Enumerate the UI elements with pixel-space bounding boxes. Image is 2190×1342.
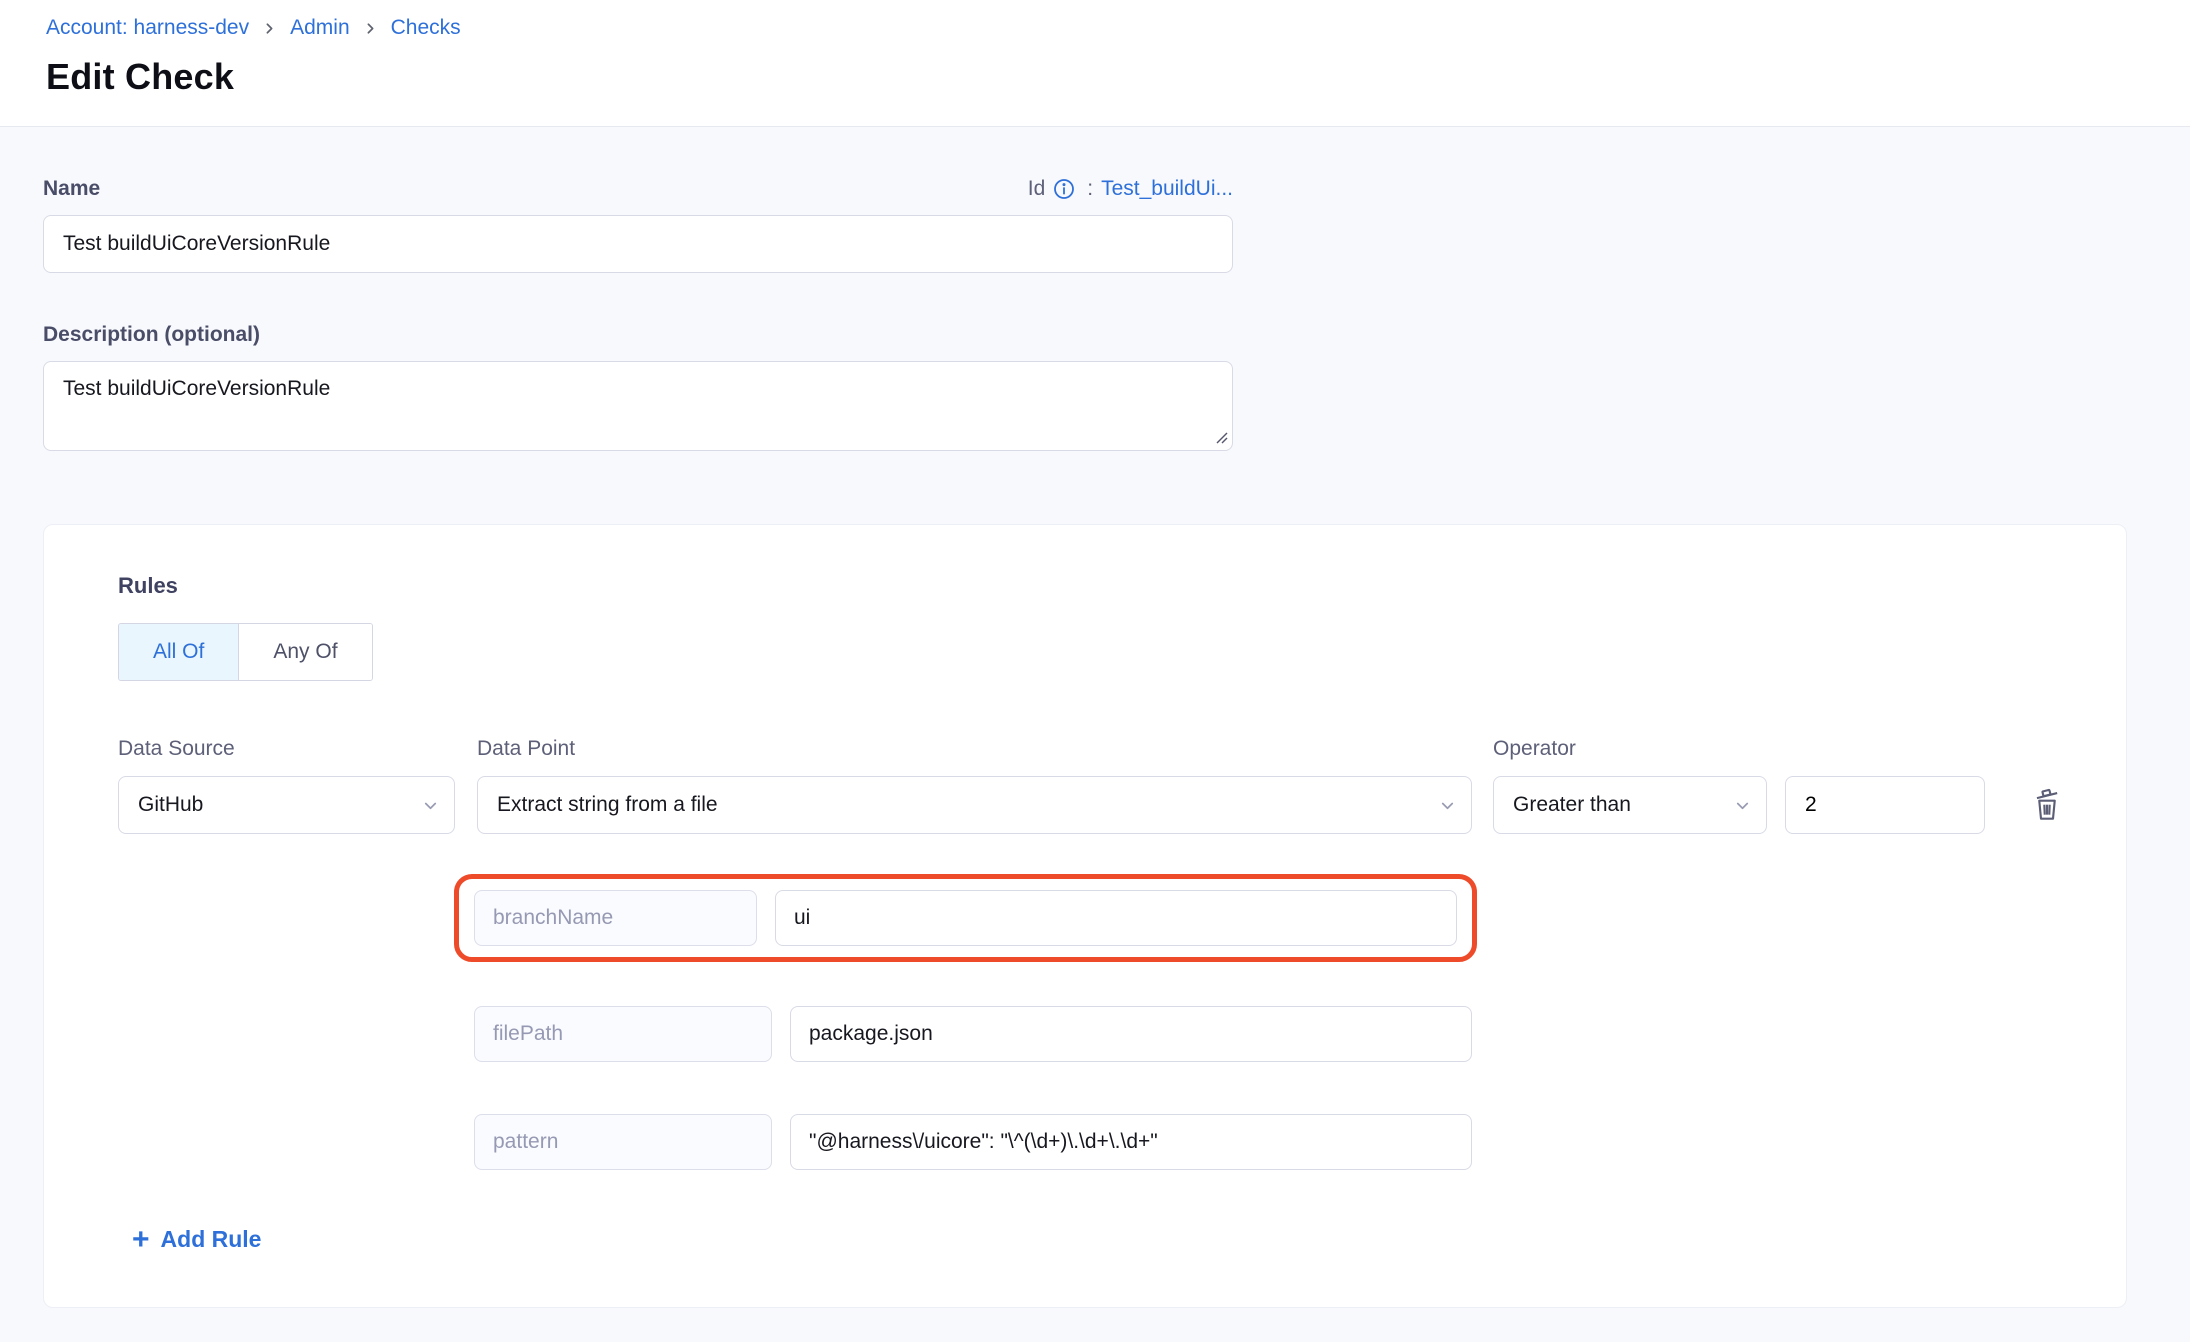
param-row-pattern: [474, 1114, 2052, 1170]
data-point-select[interactable]: Extract string from a file: [477, 776, 1472, 834]
data-point-label: Data Point: [477, 737, 1472, 761]
param-value-filepath-input[interactable]: [790, 1006, 1472, 1062]
data-point-value: Extract string from a file: [497, 793, 718, 817]
chevron-down-icon: [1733, 796, 1752, 815]
id-value-link[interactable]: Test_buildUi...: [1101, 177, 1233, 201]
operator-threshold-input[interactable]: [1785, 776, 1985, 834]
data-source-label: Data Source: [118, 737, 455, 761]
param-row-filepath: [474, 1006, 2052, 1062]
description-field-block: Description (optional) Test buildUiCoreV…: [43, 323, 2147, 456]
toggle-any-of-button[interactable]: Any Of: [238, 624, 371, 680]
rules-condition-toggle: All Of Any Of: [118, 623, 373, 681]
plus-icon: +: [132, 1229, 150, 1251]
rule-config-row: Data Source GitHub Data Point Extract st…: [118, 737, 2052, 834]
operator-value: Greater than: [1513, 793, 1631, 817]
page-header: Account: harness-dev Admin Checks Edit C…: [0, 0, 2190, 127]
trash-icon: [2031, 786, 2063, 822]
rules-card: Rules All Of Any Of Data Source GitHub D…: [43, 524, 2127, 1308]
name-input[interactable]: [43, 215, 1233, 273]
operator-select[interactable]: Greater than: [1493, 776, 1767, 834]
param-key-branchname: [474, 890, 757, 946]
data-source-select[interactable]: GitHub: [118, 776, 455, 834]
page-title: Edit Check: [46, 56, 2144, 98]
param-key-pattern: [474, 1114, 772, 1170]
description-label: Description (optional): [43, 323, 2147, 347]
breadcrumb: Account: harness-dev Admin Checks: [46, 16, 2144, 40]
rules-label: Rules: [118, 573, 2052, 599]
param-value-branchname-input[interactable]: [775, 890, 1457, 946]
description-textarea[interactable]: Test buildUiCoreVersionRule: [43, 361, 1233, 451]
page-body: Name Id : Test_buildUi... Description (o…: [0, 127, 2190, 1308]
chevron-down-icon: [1438, 796, 1457, 815]
id-label: Id: [1028, 177, 1046, 201]
delete-rule-button[interactable]: [2029, 784, 2065, 824]
add-rule-button[interactable]: + Add Rule: [132, 1226, 261, 1253]
rule-params: [474, 874, 2052, 1170]
name-label: Name: [43, 177, 100, 201]
param-key-filepath: [474, 1006, 772, 1062]
param-row-branchname: [454, 874, 1477, 962]
operator-label: Operator: [1493, 737, 1767, 761]
chevron-right-icon: [362, 20, 379, 37]
toggle-all-of-button[interactable]: All Of: [119, 624, 238, 680]
id-separator: :: [1087, 177, 1093, 201]
param-value-pattern-input[interactable]: [790, 1114, 1472, 1170]
data-source-value: GitHub: [138, 793, 203, 817]
chevron-down-icon: [421, 796, 440, 815]
breadcrumb-admin-link[interactable]: Admin: [290, 16, 350, 40]
info-icon[interactable]: [1053, 178, 1075, 200]
breadcrumb-account-link[interactable]: Account: harness-dev: [46, 16, 249, 40]
name-field-block: Name Id : Test_buildUi...: [43, 177, 1233, 273]
chevron-right-icon: [261, 20, 278, 37]
add-rule-label: Add Rule: [161, 1226, 262, 1253]
breadcrumb-checks-link[interactable]: Checks: [391, 16, 461, 40]
check-id-row: Id : Test_buildUi...: [1028, 177, 1233, 201]
